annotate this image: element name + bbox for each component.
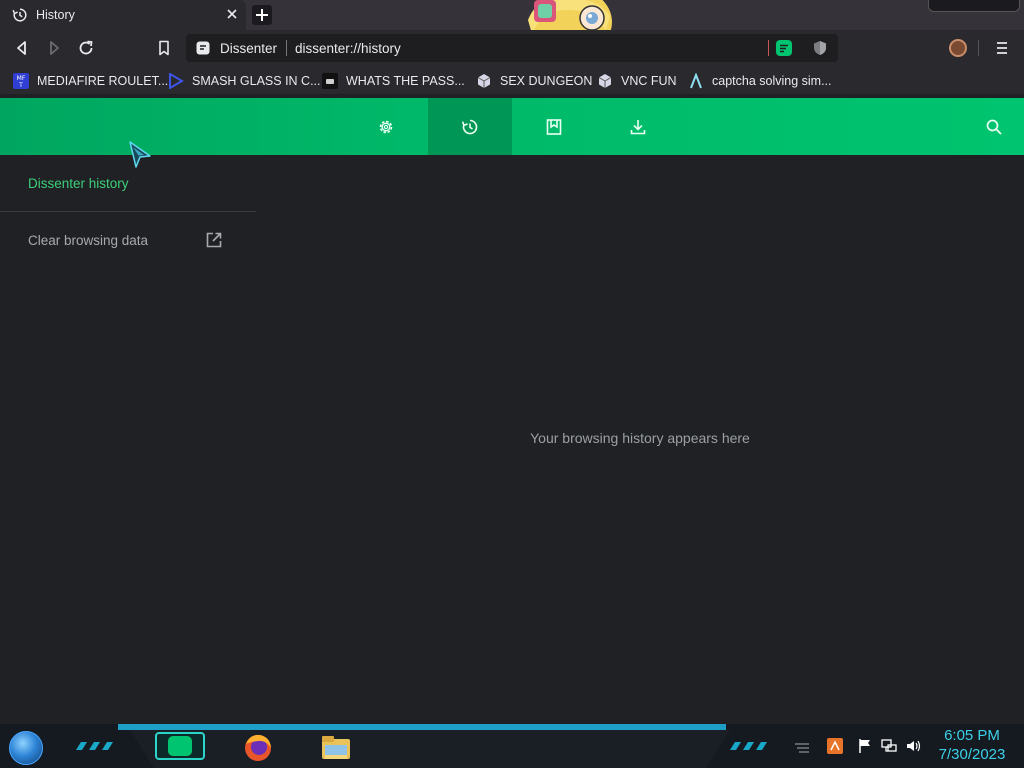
empty-history-message: Your browsing history appears here [530, 430, 750, 446]
bookmark-item[interactable]: SMASH GLASS IN C... [168, 72, 321, 90]
taskbar-app-dissenter[interactable] [155, 732, 205, 760]
flag-icon[interactable] [857, 738, 873, 754]
site-name: Dissenter [220, 41, 278, 56]
start-button[interactable] [9, 731, 43, 765]
chevrons-icon [76, 742, 113, 750]
sidebar: Dissenter history Clear browsing data [0, 155, 256, 724]
tab-title: History [36, 8, 75, 22]
mediafire-icon: MF T [13, 73, 29, 89]
clock-time[interactable]: 6:05 PM [930, 727, 1014, 744]
search-button[interactable] [952, 98, 1024, 155]
history-button[interactable] [428, 98, 512, 155]
bookmarks-button[interactable] [512, 98, 596, 155]
page-header [0, 98, 1024, 155]
clear-browsing-data-label: Clear browsing data [28, 233, 149, 248]
forward-button[interactable] [45, 39, 63, 57]
address-bar[interactable]: Dissenter dissenter://history [186, 34, 838, 62]
bookmark-label: WHATS THE PASS... [346, 74, 465, 88]
bookmark-item[interactable]: VNC FUN [597, 72, 677, 90]
profile-avatar[interactable] [949, 39, 967, 57]
divider [768, 40, 769, 56]
settings-button[interactable] [344, 98, 428, 155]
svg-text:T: T [18, 82, 23, 89]
taskbar-app-firefox[interactable] [242, 732, 274, 762]
cube-icon [598, 74, 612, 88]
history-icon [461, 119, 478, 134]
search-icon [986, 119, 1002, 135]
bookmark-label: captcha solving sim... [712, 74, 832, 88]
divider [978, 40, 979, 56]
bookmark-page-button[interactable] [155, 39, 173, 57]
reload-button[interactable] [77, 39, 95, 57]
network-icon[interactable] [881, 738, 897, 754]
cube-icon [477, 74, 491, 88]
downloads-button[interactable] [596, 98, 680, 155]
screen: History Dissenter dissenter://history MF… [0, 0, 1024, 768]
svg-text:MF: MF [17, 75, 26, 82]
clock-date[interactable]: 7/30/2023 [930, 746, 1014, 763]
toolbar: Dissenter dissenter://history [0, 30, 1024, 66]
bookmark-label: SEX DUNGEON [500, 74, 593, 88]
external-link-icon [206, 232, 222, 248]
gear-icon [379, 120, 393, 133]
dissenter-extension-icon[interactable] [776, 40, 792, 56]
close-icon[interactable] [225, 7, 239, 21]
new-tab-button[interactable] [252, 5, 272, 25]
download-icon [630, 119, 646, 134]
taskbar-panel [130, 730, 730, 768]
sidebar-title[interactable]: Dissenter history [28, 176, 129, 191]
bookmark-item[interactable]: captcha solving sim... [688, 72, 832, 90]
clear-browsing-data-link[interactable]: Clear browsing data [0, 225, 240, 257]
divider [0, 211, 256, 212]
back-button[interactable] [13, 39, 31, 57]
bookmark-item[interactable]: SEX DUNGEON [476, 72, 592, 90]
bookmark-item[interactable]: WHATS THE PASS... [322, 72, 465, 90]
dissenter-icon [168, 736, 192, 756]
menu-icon[interactable] [994, 39, 1010, 57]
bookmark-label: VNC FUN [621, 74, 677, 88]
robot-icon [322, 73, 338, 89]
volume-icon[interactable] [905, 738, 921, 754]
bookmarks-bar: MF T MEDIAFIRE ROULET... SMASH GLASS IN … [0, 66, 1024, 94]
history-icon [12, 8, 27, 22]
tray-expand-icon[interactable] [794, 738, 810, 754]
divider [286, 40, 287, 56]
shield-icon[interactable] [812, 40, 828, 56]
bookmark-label: SMASH GLASS IN C... [192, 74, 321, 88]
bookmark-item[interactable]: MF T MEDIAFIRE ROULET... [13, 72, 168, 90]
tray-app-icon[interactable] [827, 738, 843, 754]
dissenter-site-icon [196, 41, 210, 55]
window-controls[interactable] [928, 0, 1020, 12]
chevrons-icon [730, 742, 767, 750]
url-text[interactable]: dissenter://history [295, 41, 401, 56]
bookmark-label: MEDIAFIRE ROULET... [37, 74, 169, 88]
taskbar-app-file-explorer[interactable] [320, 733, 352, 763]
mouse-cursor-icon [129, 141, 151, 168]
tab-strip: History [0, 0, 1024, 57]
bookmark-icon [546, 118, 562, 135]
tab-history[interactable]: History [0, 0, 246, 30]
lambda-icon [690, 73, 702, 89]
taskbar-accent-bar [118, 724, 726, 730]
sigma-icon [169, 73, 184, 89]
